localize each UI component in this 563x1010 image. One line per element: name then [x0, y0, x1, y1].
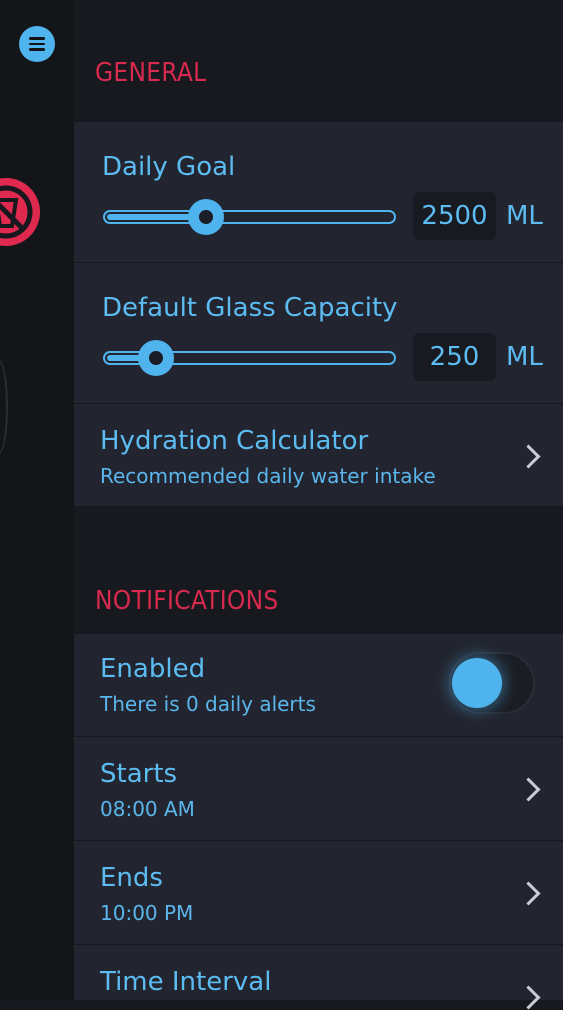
ends-value: 10:00 PM	[100, 901, 194, 925]
glass-capacity-input[interactable]: 250	[413, 333, 496, 381]
notifications-enabled-row: Enabled There is 0 daily alerts	[74, 634, 563, 737]
chevron-right-icon	[516, 985, 541, 1010]
hamburger-menu-icon[interactable]	[19, 26, 55, 62]
starts-value: 08:00 AM	[100, 797, 195, 821]
section-title-notifications: NOTIFICATIONS	[95, 586, 279, 616]
chevron-right-icon	[516, 881, 541, 906]
time-interval-row[interactable]: Time Interval	[74, 945, 563, 1010]
starts-row[interactable]: Starts 08:00 AM	[74, 737, 563, 841]
chevron-right-icon	[516, 444, 541, 469]
hydration-calculator-row[interactable]: Hydration Calculator Recommended daily w…	[74, 404, 563, 507]
glass-capacity-label: Default Glass Capacity	[102, 293, 398, 323]
daily-goal-slider-thumb[interactable]	[187, 199, 224, 235]
no-glass-icon[interactable]	[0, 178, 40, 246]
sidebar-decoration	[0, 360, 8, 454]
enabled-sub: There is 0 daily alerts	[100, 692, 316, 716]
section-title-general: GENERAL	[95, 58, 207, 88]
glass-capacity-card: Default Glass Capacity 250 ML	[74, 263, 563, 404]
hydration-calculator-sub: Recommended daily water intake	[100, 464, 436, 488]
toggle-knob	[452, 658, 502, 708]
notifications-toggle[interactable]	[449, 652, 535, 714]
enabled-label: Enabled	[100, 654, 206, 684]
sidebar	[0, 0, 74, 1000]
daily-goal-card: Daily Goal 2500 ML	[74, 122, 563, 263]
daily-goal-label: Daily Goal	[102, 152, 236, 182]
chevron-right-icon	[516, 777, 541, 802]
daily-goal-input[interactable]: 2500	[413, 192, 496, 240]
glass-capacity-unit: ML	[506, 342, 543, 372]
hydration-calculator-label: Hydration Calculator	[100, 426, 369, 456]
ends-label: Ends	[100, 863, 163, 893]
daily-goal-unit: ML	[506, 201, 543, 231]
settings-panel: GENERAL Daily Goal 2500 ML Default Glass…	[74, 0, 563, 1010]
glass-capacity-slider-thumb[interactable]	[137, 340, 174, 376]
daily-goal-slider[interactable]	[103, 210, 396, 224]
time-interval-label: Time Interval	[100, 967, 272, 997]
starts-label: Starts	[100, 759, 178, 789]
ends-row[interactable]: Ends 10:00 PM	[74, 841, 563, 945]
